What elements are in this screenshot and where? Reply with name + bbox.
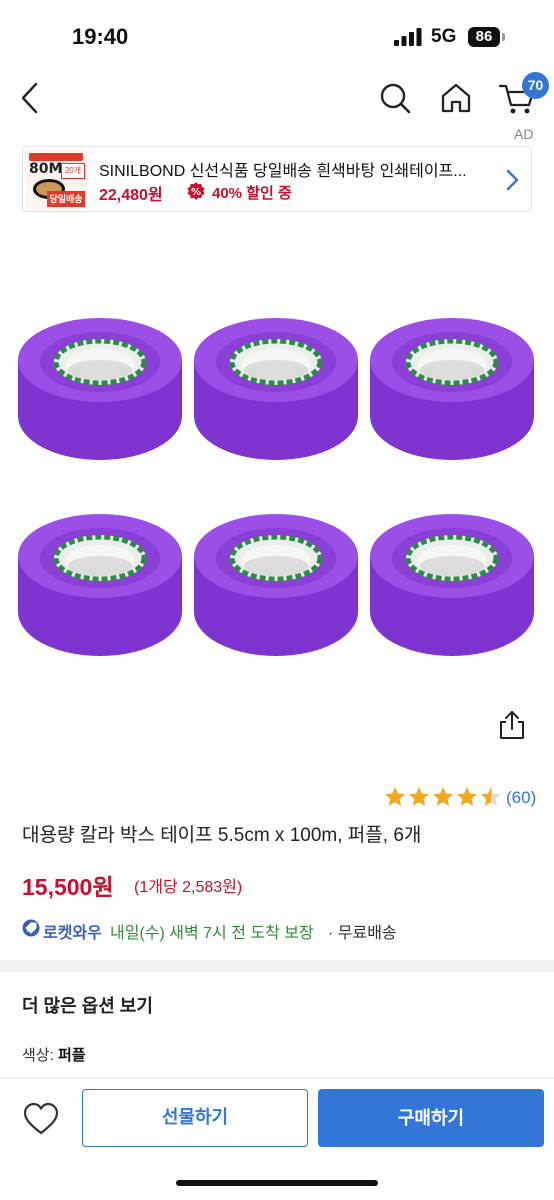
top-nav	[0, 72, 554, 124]
color-option-label: 색상:	[22, 1047, 58, 1064]
tape-roll-image	[16, 316, 184, 464]
unit-price: (1개당 2,583원)	[134, 879, 243, 896]
ad-thumb-length: 80M	[29, 161, 63, 177]
star-full-icon	[433, 787, 453, 806]
ad-thumb-count: 20개	[61, 163, 85, 179]
section-divider	[0, 960, 554, 972]
signal-icon	[394, 28, 422, 46]
product-price: 15,500원	[22, 874, 114, 900]
star-full-icon	[385, 787, 405, 806]
network-type: 5G	[431, 26, 457, 47]
battery-icon: 86	[468, 27, 500, 47]
product-title: 대용량 칼라 박스 테이프 5.5cm x 100m, 퍼플, 6개	[22, 825, 422, 846]
svg-text:%: %	[191, 187, 201, 198]
rocket-icon	[22, 919, 40, 937]
battery-tip	[502, 33, 505, 41]
ad-banner[interactable]: 80M 20개 당일배송 SINILBOND 신선식품 당일배송 흰색바탕 인쇄…	[22, 146, 532, 212]
home-indicator	[176, 1180, 378, 1186]
tape-roll-image	[368, 316, 536, 464]
delivery-arrival: 내일(수) 새벽 7시 전 도착 보장	[110, 925, 314, 942]
status-time: 19:40	[72, 24, 129, 49]
status-bar: 19:40 5G 86	[0, 0, 554, 72]
star-half-icon	[481, 787, 501, 806]
share-icon[interactable]	[498, 710, 526, 740]
color-option[interactable]: 색상: 퍼플	[22, 1044, 86, 1065]
chevron-right-icon	[506, 169, 519, 191]
ad-title: SINILBOND 신선식품 당일배송 흰색바탕 인쇄테이프...	[99, 163, 467, 180]
tape-roll-image	[16, 512, 184, 660]
star-full-icon	[409, 787, 429, 806]
ad-thumbnail: 80M 20개 당일배송	[25, 149, 87, 209]
tape-roll-image	[368, 512, 536, 660]
tape-roll-image	[192, 512, 360, 660]
search-icon[interactable]	[378, 80, 412, 116]
more-options-header[interactable]: 더 많은 옵션 보기	[22, 992, 153, 1018]
product-image[interactable]	[0, 220, 554, 700]
heart-icon[interactable]	[22, 1101, 60, 1137]
back-icon[interactable]	[16, 80, 46, 116]
color-option-value: 퍼플	[57, 1047, 86, 1064]
discount-icon: %	[187, 182, 205, 200]
ad-label: AD	[514, 126, 534, 142]
ad-discount: 40% 할인 중	[212, 185, 292, 202]
ad-price: 22,480원	[99, 187, 163, 204]
gift-button[interactable]: 선물하기	[82, 1089, 308, 1147]
home-icon[interactable]	[438, 80, 474, 116]
star-full-icon	[457, 787, 477, 806]
tape-roll-image	[192, 316, 360, 464]
ad-thumb-strip	[29, 153, 83, 161]
buy-button[interactable]: 구매하기	[318, 1089, 544, 1147]
cart-count-badge: 70	[522, 72, 549, 99]
review-count[interactable]: (60)	[506, 788, 536, 808]
rocket-wow-badge: 로켓와우	[43, 925, 102, 942]
shipping-fee: · 무료배송	[328, 925, 397, 942]
ad-thumb-promo: 당일배송	[47, 191, 85, 207]
